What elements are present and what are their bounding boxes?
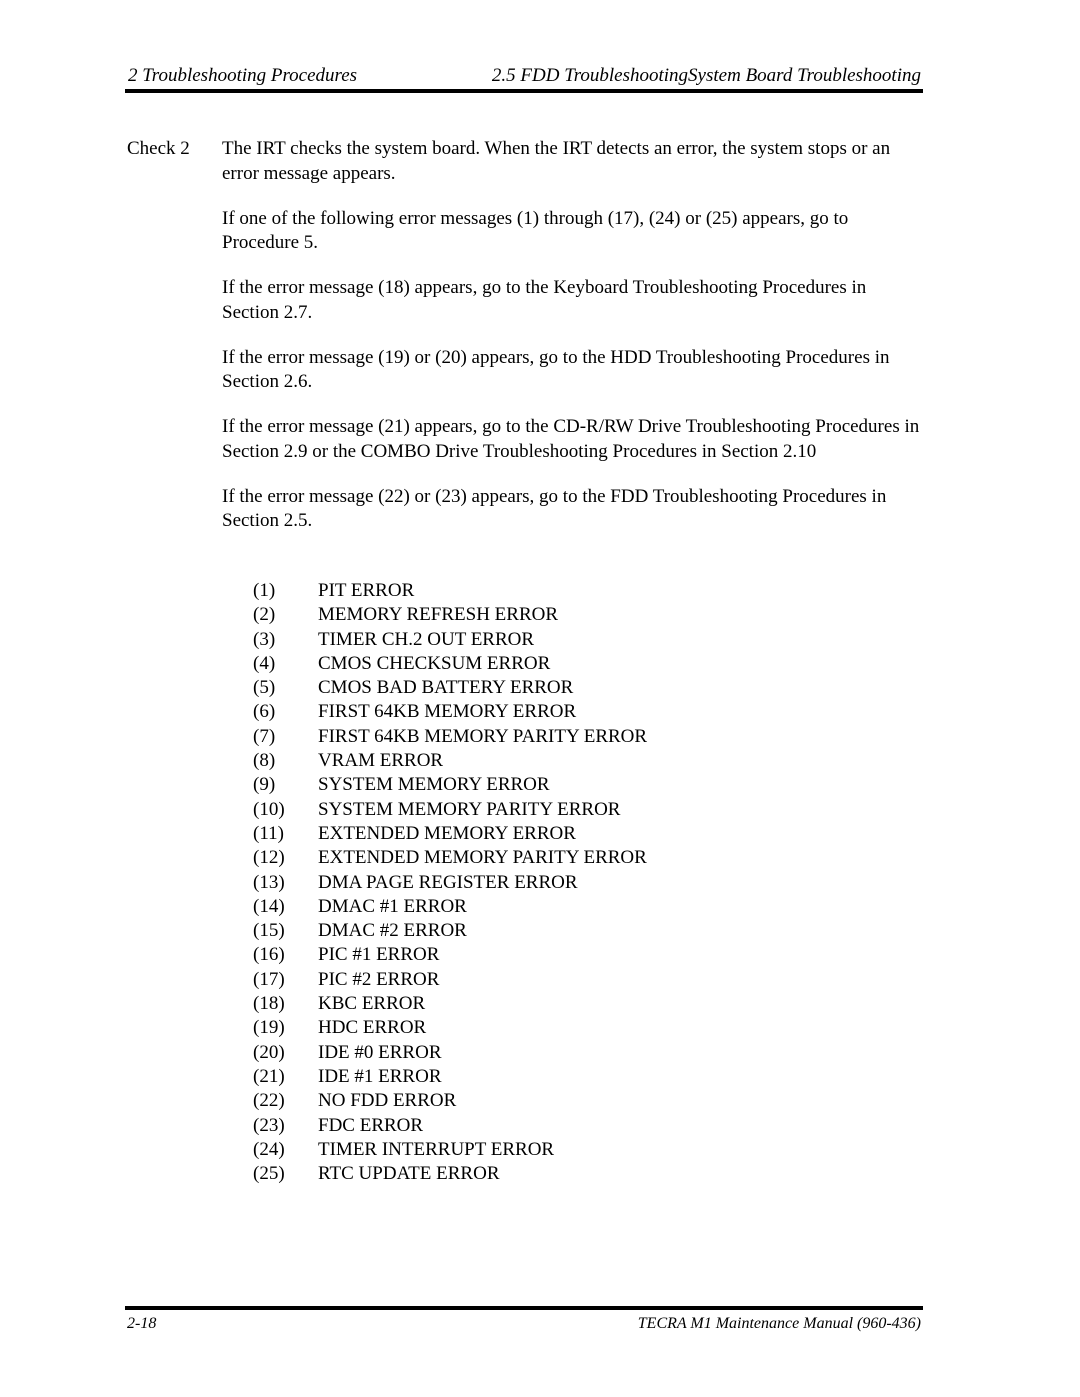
error-number: (25): [253, 1163, 285, 1185]
error-text: SYSTEM MEMORY ERROR: [318, 774, 550, 796]
error-list-item: (25) RTC UPDATE ERROR: [253, 1162, 647, 1186]
error-list-item: (20) IDE #0 ERROR: [253, 1041, 647, 1065]
error-number: (8): [253, 750, 276, 772]
error-number: (5): [253, 677, 276, 699]
paragraph: The IRT checks the system board. When th…: [222, 138, 891, 184]
error-list-item: (17) PIC #2 ERROR: [253, 968, 647, 992]
error-number: (15): [253, 920, 285, 942]
error-text: KBC ERROR: [318, 993, 426, 1015]
error-number: (3): [253, 628, 276, 650]
error-message-list: (1) PIT ERROR (2) MEMORY REFRESH ERROR (3)…: [253, 579, 647, 1186]
error-text: TIMER INTERRUPT ERROR: [318, 1138, 555, 1160]
error-list-item: (3) TIMER CH.2 OUT ERROR: [253, 628, 647, 652]
error-text: DMAC #1 ERROR: [318, 895, 467, 917]
footer-divider: [125, 1306, 923, 1310]
error-number: (12): [253, 847, 285, 869]
error-list-item: (22) NO FDD ERROR: [253, 1089, 647, 1113]
error-number: (22): [253, 1090, 285, 1112]
error-text: FIRST 64KB MEMORY ERROR: [318, 701, 577, 723]
error-number: (2): [253, 604, 276, 626]
error-list-item: (13) DMA PAGE REGISTER ERROR: [253, 871, 647, 895]
error-text: EXTENDED MEMORY PARITY ERROR: [318, 847, 647, 869]
error-list-item: (15) DMAC #2 ERROR: [253, 919, 647, 943]
error-text: NO FDD ERROR: [318, 1090, 457, 1112]
error-number: (18): [253, 993, 285, 1015]
error-list-item: (24) TIMER INTERRUPT ERROR: [253, 1138, 647, 1162]
page-footer: 2-18 TECRA M1 Maintenance Manual (960-43…: [125, 1313, 923, 1337]
error-list-item: (12) EXTENDED MEMORY PARITY ERROR: [253, 846, 647, 870]
error-number: (10): [253, 798, 285, 820]
error-list-item: (6) FIRST 64KB MEMORY ERROR: [253, 700, 647, 724]
error-list-item: (21) IDE #1 ERROR: [253, 1065, 647, 1089]
error-number: (16): [253, 944, 285, 966]
paragraph: If the error message (22) or (23) appear…: [222, 485, 887, 532]
error-number: (13): [253, 871, 285, 893]
page-number: 2-18: [127, 1315, 157, 1332]
error-list-item: (8) VRAM ERROR: [253, 749, 647, 773]
error-number: (14): [253, 895, 285, 917]
error-number: (20): [253, 1041, 285, 1063]
error-text: FDC ERROR: [318, 1114, 424, 1136]
error-list-item: (9) SYSTEM MEMORY ERROR: [253, 773, 647, 797]
error-list-item: (10) SYSTEM MEMORY PARITY ERROR: [253, 798, 647, 822]
error-number: (6): [253, 701, 276, 723]
error-text: VRAM ERROR: [318, 750, 444, 772]
error-text: EXTENDED MEMORY ERROR: [318, 822, 576, 844]
error-list-item: (16) PIC #1 ERROR: [253, 943, 647, 967]
error-text: IDE #0 ERROR: [318, 1041, 442, 1063]
error-text: CMOS CHECKSUM ERROR: [318, 652, 551, 674]
error-text: TIMER CH.2 OUT ERROR: [318, 628, 535, 650]
error-text: SYSTEM MEMORY PARITY ERROR: [318, 798, 621, 820]
error-number: (1): [253, 580, 276, 601]
error-list-item: (23) FDC ERROR: [253, 1114, 647, 1138]
paragraph: If the error message (18) appears, go to…: [222, 277, 867, 323]
error-text: DMAC #2 ERROR: [318, 920, 467, 942]
error-number: (21): [253, 1065, 285, 1087]
error-list-item: (7) FIRST 64KB MEMORY PARITY ERROR: [253, 725, 647, 749]
check-label: Check 2: [127, 138, 190, 159]
error-number: (17): [253, 968, 285, 990]
error-number: (19): [253, 1017, 285, 1039]
error-list-item: (1) PIT ERROR: [253, 579, 647, 603]
error-number: (7): [253, 725, 276, 747]
error-number: (23): [253, 1114, 285, 1136]
section-title: 2.5 FDD TroubleshootingSystem Board Trou…: [491, 65, 921, 86]
error-text: FIRST 64KB MEMORY PARITY ERROR: [318, 725, 648, 747]
error-list-item: (2) MEMORY REFRESH ERROR: [253, 603, 647, 627]
paragraph: If the error message (21) appears, go to…: [222, 416, 920, 462]
error-list-item: (4) CMOS CHECKSUM ERROR: [253, 652, 647, 676]
error-number: (9): [253, 774, 276, 796]
check-body: The IRT checks the system board. When th…: [222, 137, 927, 554]
error-number: (24): [253, 1138, 285, 1160]
error-text: IDE #1 ERROR: [318, 1065, 442, 1087]
error-number: (11): [253, 822, 284, 844]
error-text: MEMORY REFRESH ERROR: [318, 604, 559, 626]
error-list-item: (11) EXTENDED MEMORY ERROR: [253, 822, 647, 846]
manual-title: TECRA M1 Maintenance Manual (960-436): [637, 1315, 921, 1332]
header-divider: [125, 89, 923, 93]
error-text: DMA PAGE REGISTER ERROR: [318, 871, 578, 893]
error-list-item: (19) HDC ERROR: [253, 1016, 647, 1040]
error-text: PIC #2 ERROR: [318, 968, 440, 990]
error-text: CMOS BAD BATTERY ERROR: [318, 677, 574, 699]
chapter-title: 2 Troubleshooting Procedures: [128, 65, 358, 86]
error-list-item: (14) DMAC #1 ERROR: [253, 895, 647, 919]
error-list-item: (18) KBC ERROR: [253, 992, 647, 1016]
error-list-item: (5) CMOS BAD BATTERY ERROR: [253, 676, 647, 700]
error-text: PIC #1 ERROR: [318, 944, 440, 966]
error-text: PIT ERROR: [318, 580, 415, 601]
error-text: HDC ERROR: [318, 1017, 427, 1039]
paragraph: If one of the following error messages (…: [222, 207, 849, 254]
paragraph: If the error message (19) or (20) appear…: [222, 346, 890, 393]
error-number: (4): [253, 652, 276, 674]
error-text: RTC UPDATE ERROR: [318, 1163, 500, 1185]
